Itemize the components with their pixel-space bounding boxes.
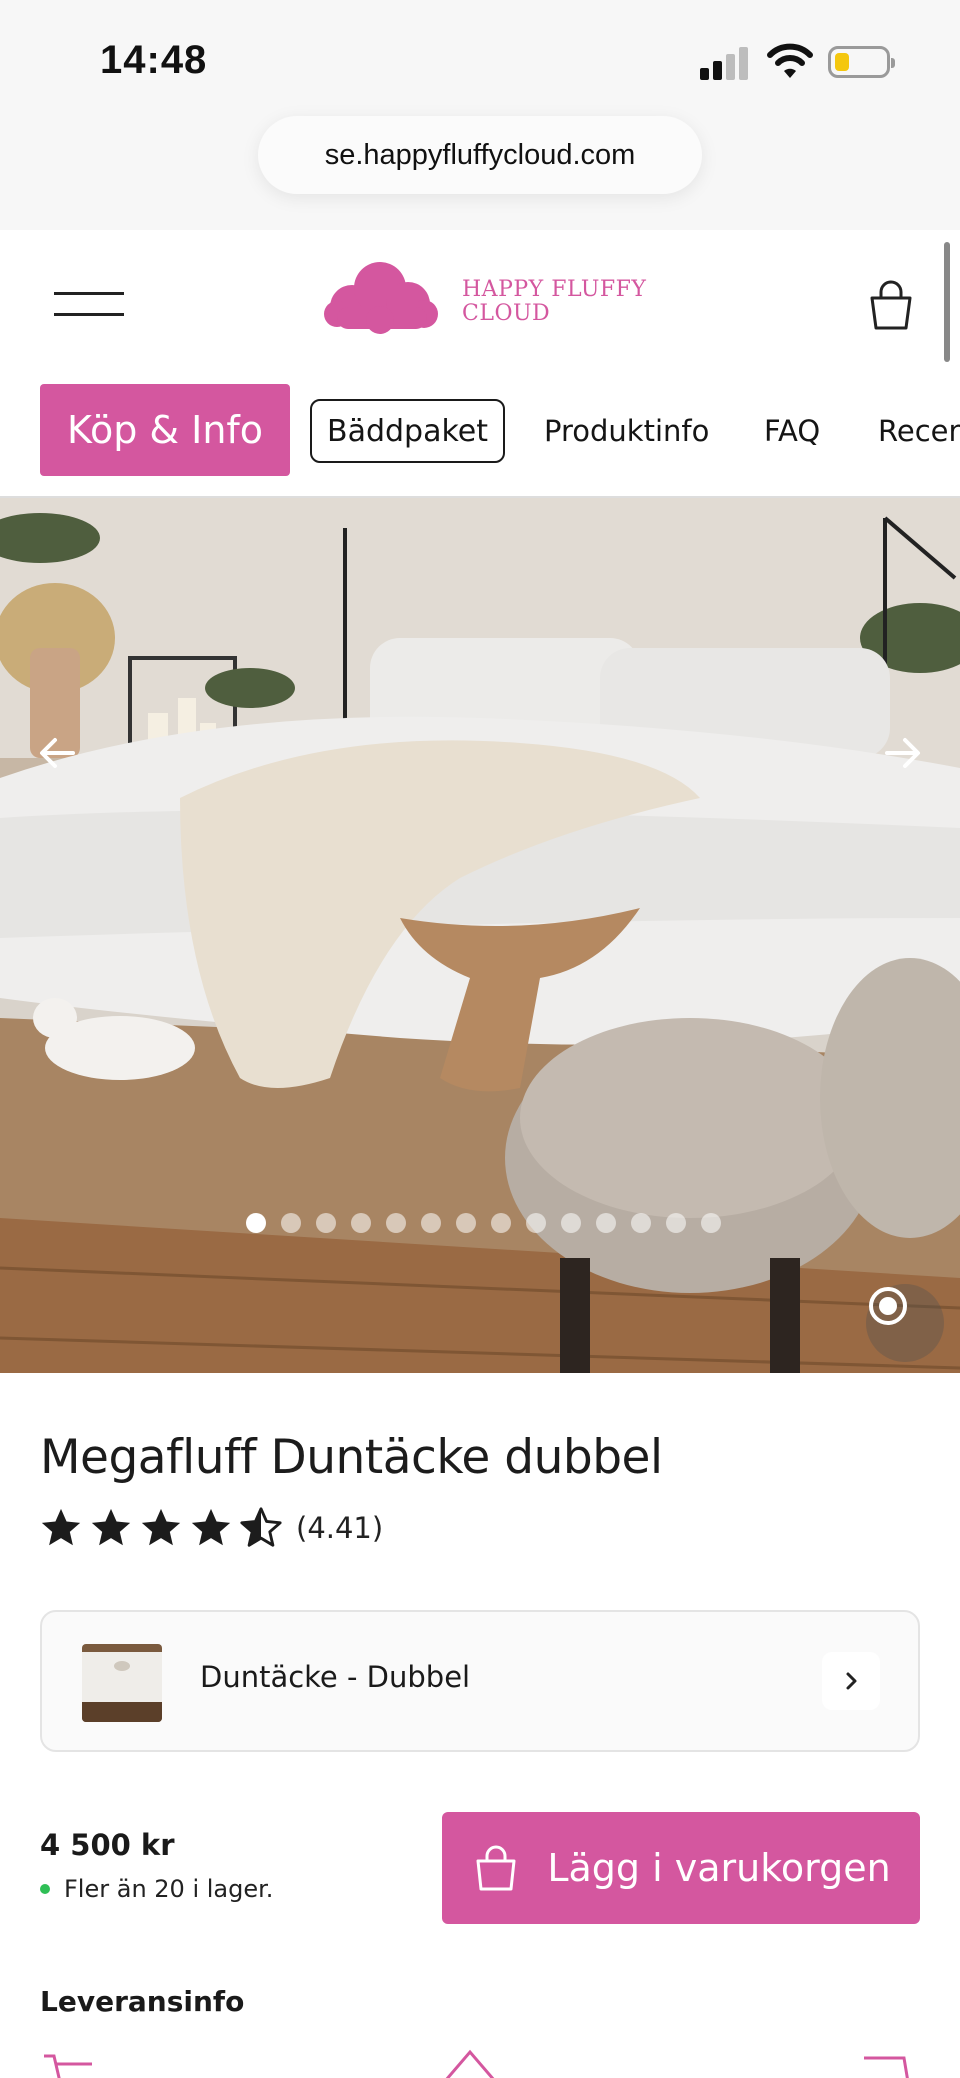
cloud-logo-icon bbox=[324, 262, 438, 334]
tab-kop-info[interactable]: Köp & Info bbox=[40, 384, 290, 476]
record-icon[interactable] bbox=[866, 1284, 944, 1362]
browser-chrome: 14:48 se.happyfluffycloud.com bbox=[0, 0, 960, 230]
add-to-cart-label: Lägg i varukorgen bbox=[547, 1846, 891, 1890]
pagination-dot[interactable] bbox=[386, 1213, 406, 1233]
cart-icon bbox=[44, 2054, 92, 2078]
add-to-cart-button[interactable]: Lägg i varukorgen bbox=[442, 1812, 920, 1924]
menu-icon[interactable] bbox=[54, 292, 124, 316]
variant-thumbnail bbox=[82, 1644, 162, 1722]
shopping-bag-icon bbox=[476, 1845, 516, 1891]
star-icon bbox=[91, 1508, 131, 1546]
site-logo[interactable]: HAPPY FLUFFY CLOUD bbox=[322, 252, 652, 342]
product-price: 4 500 kr bbox=[40, 1828, 175, 1862]
brand-line-1: HAPPY FLUFFY bbox=[462, 277, 647, 302]
star-icon bbox=[141, 1508, 181, 1546]
pagination-dot[interactable] bbox=[351, 1213, 371, 1233]
pagination-dot[interactable] bbox=[526, 1213, 546, 1233]
star-icon bbox=[191, 1508, 231, 1546]
product-rating[interactable]: (4.41) bbox=[38, 1505, 383, 1551]
stock-indicator-dot bbox=[40, 1884, 50, 1894]
pagination-dot[interactable] bbox=[666, 1213, 686, 1233]
bag-icon[interactable] bbox=[866, 280, 916, 332]
pagination-dot[interactable] bbox=[561, 1213, 581, 1233]
star-half-icon bbox=[240, 1507, 282, 1547]
pagination-dot[interactable] bbox=[596, 1213, 616, 1233]
wifi-icon bbox=[767, 42, 813, 80]
battery-icon bbox=[828, 46, 895, 78]
tab-faq[interactable]: FAQ bbox=[764, 399, 820, 463]
chevron-right-icon[interactable] bbox=[822, 1652, 880, 1710]
variant-label: Duntäcke - Dubbel bbox=[200, 1660, 471, 1694]
pagination-dot[interactable] bbox=[246, 1213, 266, 1233]
tab-baddpaket[interactable]: Bäddpaket bbox=[310, 399, 505, 463]
product-title: Megafluff Duntäcke dubbel bbox=[40, 1430, 663, 1485]
gallery-pagination bbox=[246, 1213, 721, 1237]
brand-wordmark: HAPPY FLUFFY CLOUD bbox=[462, 278, 646, 326]
tab-produktinfo[interactable]: Produktinfo bbox=[544, 399, 709, 463]
rating-value: (4.41) bbox=[296, 1511, 384, 1545]
pagination-dot[interactable] bbox=[491, 1213, 511, 1233]
pagination-dot[interactable] bbox=[456, 1213, 476, 1233]
stock-text: Fler än 20 i lager. bbox=[64, 1875, 274, 1903]
page-scrollbar[interactable] bbox=[944, 242, 950, 362]
pagination-dot[interactable] bbox=[316, 1213, 336, 1233]
pagination-dot[interactable] bbox=[631, 1213, 651, 1233]
delivery-heading: Leveransinfo bbox=[40, 1985, 245, 2018]
star-icon bbox=[41, 1508, 81, 1546]
arrow-right-icon[interactable] bbox=[875, 728, 925, 778]
brand-line-2: CLOUD bbox=[462, 301, 551, 326]
pagination-dot[interactable] bbox=[421, 1213, 441, 1233]
list-icon bbox=[864, 2056, 909, 2078]
pagination-dot[interactable] bbox=[281, 1213, 301, 1233]
product-photo bbox=[0, 498, 960, 1373]
delivery-icons-row bbox=[0, 2040, 960, 2078]
tab-recensioner[interactable]: Recen bbox=[878, 399, 960, 463]
url-bar[interactable]: se.happyfluffycloud.com bbox=[258, 116, 702, 194]
variant-selector[interactable]: Duntäcke - Dubbel bbox=[40, 1610, 920, 1752]
site-header: HAPPY FLUFFY CLOUD bbox=[0, 230, 960, 380]
stock-status: Fler än 20 i lager. bbox=[40, 1875, 273, 1903]
section-tabs: Köp & Info Bäddpaket Produktinfo FAQ Rec… bbox=[0, 380, 960, 498]
arrow-left-icon[interactable] bbox=[35, 728, 85, 778]
product-gallery[interactable] bbox=[0, 498, 960, 1373]
status-time: 14:48 bbox=[100, 38, 208, 82]
home-icon bbox=[445, 2049, 495, 2078]
cellular-signal-icon bbox=[700, 46, 752, 80]
pagination-dot[interactable] bbox=[701, 1213, 721, 1233]
